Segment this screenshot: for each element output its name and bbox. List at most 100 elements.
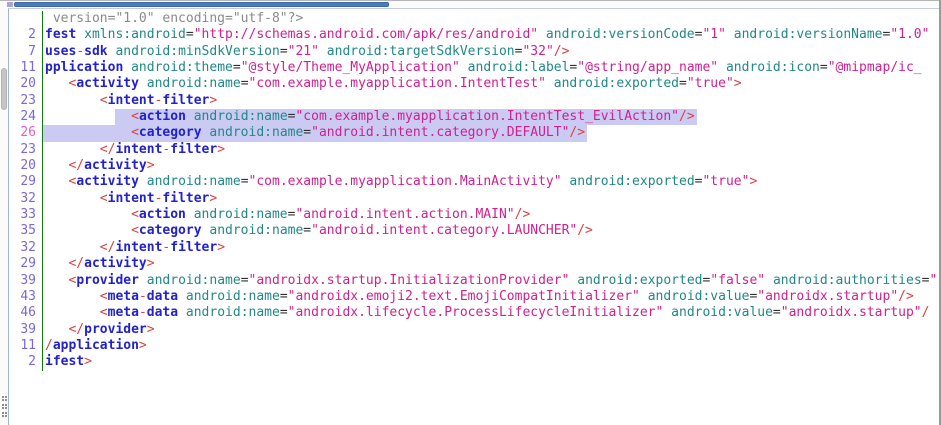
vertical-scrollbar[interactable] — [0, 8, 8, 425]
token — [726, 27, 734, 42]
token — [663, 305, 671, 320]
token: = — [280, 289, 288, 304]
line-number: 26 — [9, 125, 43, 141]
token: activity — [84, 256, 147, 271]
token: android:minSdkVersion — [115, 44, 279, 59]
token — [45, 191, 100, 206]
token: android:value — [648, 289, 750, 304]
token: android:versionCode — [546, 27, 695, 42]
token: android:icon — [726, 60, 820, 75]
token: android:name — [147, 174, 241, 189]
token: android:name — [209, 223, 303, 238]
line-number: 23 — [9, 93, 43, 109]
code-text: <provider android:name="androidx.startup… — [43, 273, 939, 289]
line-number: 2 — [9, 354, 43, 370]
code-line: 29 </activity> — [9, 256, 939, 272]
token: = — [303, 125, 311, 140]
token: = — [679, 76, 687, 91]
code-line: 2fest xmlns:android="http://schemas.andr… — [9, 27, 939, 43]
token: "android.intent.category.LAUNCHER" — [311, 223, 577, 238]
token: android:name — [194, 207, 288, 222]
token: - — [76, 44, 84, 59]
token: android:name — [147, 76, 241, 91]
token: action — [139, 207, 186, 222]
line-number: 43 — [9, 289, 43, 305]
code-line: 23 <intent-filter> — [9, 93, 939, 109]
token — [178, 305, 186, 320]
token: "true" — [687, 76, 734, 91]
token: </ — [68, 158, 84, 173]
horizontal-scrollbar[interactable] — [0, 0, 941, 7]
token: filter — [162, 191, 209, 206]
token — [139, 273, 147, 288]
token: "androidx.startup.InitializationProvider… — [249, 273, 570, 288]
token: "android.intent.action.MAIN" — [295, 207, 514, 222]
token — [45, 322, 68, 337]
token: pplication — [45, 60, 123, 75]
token: category — [139, 125, 202, 140]
code-line: 33 <action android:name="android.intent.… — [9, 207, 939, 223]
token: > — [209, 93, 217, 108]
token: /> — [679, 109, 695, 124]
line-number: 32 — [9, 191, 43, 207]
code-text: <intent-filter> — [43, 191, 939, 207]
code-text: <category android:name="android.intent.c… — [43, 223, 939, 239]
token: fest — [45, 27, 76, 42]
token: android:label — [468, 60, 570, 75]
token — [186, 207, 194, 222]
token — [45, 289, 100, 304]
token: "1.0" — [890, 27, 929, 42]
token: < — [100, 93, 108, 108]
line-number: 11 — [9, 60, 43, 76]
code-area[interactable]: version="1.0" encoding="utf-8"?>2fest xm… — [8, 8, 939, 425]
vertical-scrollbar-thumb[interactable] — [1, 68, 7, 110]
code-text: <intent-filter> — [43, 93, 939, 109]
token — [115, 109, 131, 124]
token: provider — [84, 322, 147, 337]
token: ifest — [45, 354, 84, 369]
splitter-grip-icon[interactable] — [2, 396, 4, 398]
token: < — [131, 125, 139, 140]
token — [186, 109, 194, 124]
token: " — [929, 273, 937, 288]
horizontal-scrollbar-thumb[interactable] — [14, 2, 389, 7]
token: < — [100, 289, 108, 304]
token: android:name — [209, 125, 303, 140]
code-line: 23 </intent-filter> — [9, 142, 939, 158]
token: /> — [898, 289, 914, 304]
token: "androidx.emoji2.text.EmojiCompatInitial… — [288, 289, 640, 304]
token: "android.intent.category.DEFAULT" — [311, 125, 569, 140]
code-text: </provider> — [43, 322, 939, 338]
token: > — [147, 256, 155, 271]
token: = — [820, 60, 828, 75]
code-text: pplication android:theme="@style/Theme_M… — [43, 60, 939, 76]
token — [76, 27, 84, 42]
token — [45, 125, 131, 140]
token: = — [186, 27, 194, 42]
line-number: 29 — [9, 256, 43, 272]
code-text: </intent-filter> — [43, 142, 939, 158]
token — [45, 76, 68, 91]
line-number: 2 — [9, 27, 43, 43]
token: sdk — [84, 44, 107, 59]
token: android:versionName — [734, 27, 883, 42]
code-line: 24 <action android:name="com.example.mya… — [9, 109, 939, 125]
line-number: 24 — [9, 109, 43, 125]
token: "@string/app_name" — [577, 60, 718, 75]
token: provider — [76, 273, 139, 288]
code-text: </activity> — [43, 158, 939, 174]
line-number: 20 — [9, 76, 43, 92]
token — [765, 273, 773, 288]
splitter-grip-icon[interactable] — [2, 412, 4, 414]
splitter-grip-icon[interactable] — [2, 404, 4, 406]
token — [45, 256, 68, 271]
code-line: 39 <provider android:name="androidx.star… — [9, 273, 939, 289]
token: android:exported — [554, 76, 679, 91]
token — [178, 289, 186, 304]
token: > — [147, 322, 155, 337]
line-number: 7 — [9, 44, 43, 60]
token: intent — [108, 93, 155, 108]
line-number: 33 — [9, 207, 43, 223]
token: data — [147, 305, 178, 320]
token — [45, 223, 131, 238]
